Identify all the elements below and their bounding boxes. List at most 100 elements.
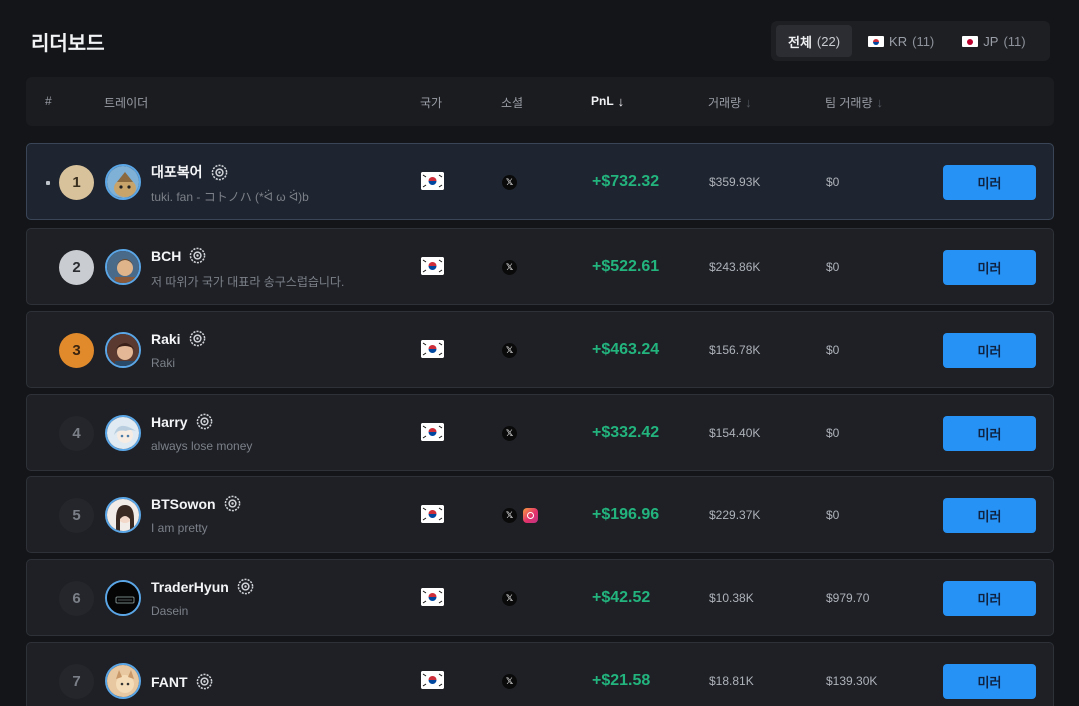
mirror-button[interactable]: 미러 <box>943 498 1036 533</box>
table-header: # 트레이더 국가 소셜 PnL ↓ 거래량 ↓ 팀 거래량 ↓ <box>26 77 1054 126</box>
avatar-image <box>107 665 139 697</box>
social-links: 𝕏 <box>502 343 517 358</box>
pnl-value: +$332.42 <box>592 424 660 441</box>
team-volume-value: $0 <box>826 426 840 440</box>
tab-all-label: 전체 <box>788 34 812 50</box>
rank-badge: 1 <box>59 165 94 200</box>
tab-kr-count: (11) <box>912 33 935 49</box>
badge-icon <box>237 578 254 595</box>
column-header-team-volume-label: 팀 거래량 <box>825 96 873 110</box>
tab-all[interactable]: 전체 (22) <box>776 25 853 57</box>
badge-icon <box>190 247 206 264</box>
trader-name[interactable]: Raki <box>151 331 181 347</box>
korea-flag-icon <box>421 505 444 523</box>
column-header-team-volume[interactable]: 팀 거래량 ↓ <box>825 94 883 111</box>
avatar[interactable] <box>105 663 141 699</box>
korea-flag-icon <box>421 257 444 275</box>
sort-icon: ↓ <box>876 95 884 110</box>
social-links: 𝕏 <box>502 426 517 441</box>
column-header-country: 국가 <box>420 96 443 110</box>
pnl-value: +$732.32 <box>592 173 660 190</box>
trader-bio: always lose money <box>151 439 253 453</box>
mirror-button[interactable]: 미러 <box>943 581 1036 616</box>
team-volume-value: $139.30K <box>826 674 878 688</box>
trader-name[interactable]: Harry <box>151 414 188 430</box>
x-icon[interactable]: 𝕏 <box>502 508 517 523</box>
x-icon[interactable]: 𝕏 <box>502 426 517 441</box>
avatar[interactable] <box>105 164 141 200</box>
column-header-rank: # <box>45 94 52 108</box>
table-row[interactable]: 7 FANT 𝕏 +$21.58 $18.81K $139.30K 미러 <box>26 642 1054 706</box>
table-row[interactable]: 6 TraderHyun Dasein 𝕏 +$42.52 $10.38K $9… <box>26 559 1054 636</box>
rank-badge: 5 <box>59 498 94 533</box>
rank-badge: 2 <box>59 250 94 285</box>
table-row[interactable]: 1 대포복어 tuki. fan - コトノハ (*ᐛ ω ᐛ)b 𝕏 +$73… <box>26 143 1054 220</box>
social-links: 𝕏 <box>502 591 517 606</box>
trader-bio: I am pretty <box>151 521 208 535</box>
social-links: 𝕏 <box>502 674 517 689</box>
team-volume-value: $0 <box>826 175 840 189</box>
x-icon[interactable]: 𝕏 <box>502 674 517 689</box>
mirror-button[interactable]: 미러 <box>943 250 1036 285</box>
trader-name[interactable]: FANT <box>151 674 188 690</box>
x-icon[interactable]: 𝕏 <box>502 175 517 190</box>
mirror-button[interactable]: 미러 <box>943 333 1036 368</box>
trader-name[interactable]: BTSowon <box>151 496 216 512</box>
column-header-volume-label: 거래량 <box>708 96 742 110</box>
volume-value: $156.78K <box>709 343 761 357</box>
x-icon[interactable]: 𝕏 <box>502 343 517 358</box>
trader-name[interactable]: BCH <box>151 248 181 264</box>
instagram-icon[interactable] <box>523 508 538 523</box>
team-volume-value: $0 <box>826 343 840 357</box>
tab-jp-label: JP <box>983 33 999 49</box>
korea-flag-icon <box>421 172 444 190</box>
trader-name[interactable]: 대포복어 <box>151 162 203 182</box>
tab-kr-label: KR <box>889 33 908 49</box>
volume-value: $10.38K <box>709 591 754 605</box>
pnl-value: +$42.52 <box>592 589 651 606</box>
rank-badge: 7 <box>59 664 94 699</box>
badge-icon <box>189 330 205 347</box>
badge-icon <box>196 413 212 430</box>
avatar[interactable] <box>105 580 141 616</box>
trader-bio: tuki. fan - コトノハ (*ᐛ ω ᐛ)b <box>151 190 309 204</box>
mirror-button[interactable]: 미러 <box>943 416 1036 451</box>
volume-value: $229.37K <box>709 508 761 522</box>
tab-kr[interactable]: KR (11) <box>856 25 946 57</box>
rank-badge: 3 <box>59 333 94 368</box>
trader-bio: Raki <box>151 356 176 370</box>
tab-all-count: (22) <box>816 33 841 49</box>
avatar[interactable] <box>105 415 141 451</box>
badge-icon <box>196 673 212 690</box>
volume-value: $359.93K <box>709 175 761 189</box>
korea-flag-icon <box>421 423 444 441</box>
avatar[interactable] <box>105 332 141 368</box>
sort-desc-icon: ↓ <box>617 93 625 109</box>
team-volume-value: $0 <box>826 260 840 274</box>
korea-flag-icon <box>421 588 444 606</box>
volume-value: $18.81K <box>709 674 754 688</box>
tab-jp[interactable]: JP (11) <box>950 25 1037 57</box>
highlight-marker <box>46 181 50 185</box>
trader-bio: Dasein <box>151 604 189 618</box>
trader-name[interactable]: TraderHyun <box>151 579 229 595</box>
team-volume-value: $0 <box>826 508 840 522</box>
table-row[interactable]: 3 Raki Raki 𝕏 +$463.24 $156.78K $0 미러 <box>26 311 1054 388</box>
column-header-social: 소셜 <box>501 96 524 110</box>
table-row[interactable]: 5 BTSowon I am pretty 𝕏 +$196.96 $229.37… <box>26 476 1054 553</box>
avatar-image <box>107 417 139 449</box>
column-header-pnl[interactable]: PnL ↓ <box>591 94 624 108</box>
table-row[interactable]: 4 Harry always lose money 𝕏 +$332.42 $15… <box>26 394 1054 471</box>
x-icon[interactable]: 𝕏 <box>502 260 517 275</box>
x-icon[interactable]: 𝕏 <box>502 591 517 606</box>
avatar-image <box>107 582 139 614</box>
avatar-image <box>107 166 139 198</box>
avatar[interactable] <box>105 497 141 533</box>
mirror-button[interactable]: 미러 <box>943 664 1036 699</box>
team-volume-value: $979.70 <box>826 591 870 605</box>
mirror-button[interactable]: 미러 <box>943 165 1036 200</box>
avatar[interactable] <box>105 249 141 285</box>
column-header-volume[interactable]: 거래량 ↓ <box>708 94 752 111</box>
table-row[interactable]: 2 BCH 저 따위가 국가 대표라 송구스럽습니다. 𝕏 +$522.61 $… <box>26 228 1054 305</box>
korea-flag-icon <box>421 671 444 689</box>
